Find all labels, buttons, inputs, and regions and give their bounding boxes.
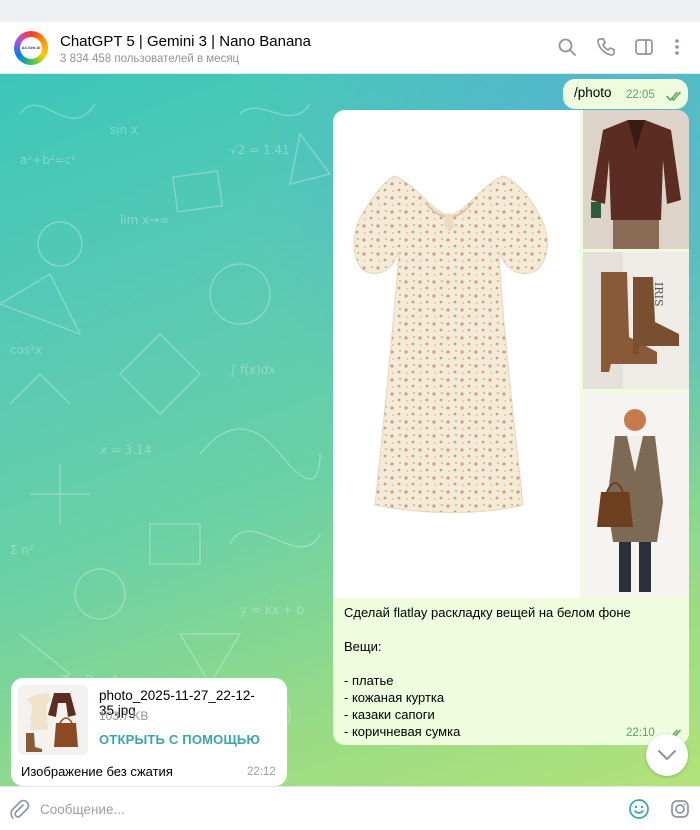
file-size: 103.7 KB [99, 709, 149, 723]
floral-dress-image [353, 175, 548, 513]
command-text: /photo [574, 85, 612, 100]
svg-text:sin x: sin x [110, 123, 138, 137]
telegram-window: All-Seti AI ChatGPT 5 | Gemini 3 | Nano … [0, 0, 700, 830]
leather-jacket-image [583, 110, 689, 249]
message-line: - кожаная куртка [344, 690, 445, 705]
search-icon[interactable] [556, 36, 578, 58]
message-input[interactable] [40, 799, 620, 819]
svg-text:cos²x: cos²x [10, 343, 42, 357]
boots-photo[interactable]: IRIS [583, 252, 689, 389]
chat-subtitle: 3 834 458 пользователей в месяц [60, 53, 240, 65]
svg-text:√2 = 1.41: √2 = 1.41 [230, 143, 290, 157]
camera-message-icon[interactable] [669, 798, 691, 820]
flatlay-thumbnail-image [18, 685, 88, 755]
message-time: 22:05 [626, 89, 655, 101]
jacket-photo[interactable] [583, 110, 689, 249]
file-caption: Изображение без сжатия [21, 764, 173, 779]
scroll-down-button[interactable] [646, 734, 688, 776]
message-line: - казаки сапоги [344, 707, 435, 722]
open-with-button[interactable]: ОТКРЫТЬ С ПОМОЩЬЮ [99, 732, 260, 747]
message-composer [0, 786, 700, 830]
file-thumbnail[interactable] [18, 685, 88, 755]
message-text: Сделай flatlay раскладку вещей на белом … [344, 604, 631, 740]
emoji-icon[interactable] [628, 798, 650, 820]
sidebar-toggle-icon[interactable] [633, 36, 655, 58]
svg-text:x = 3.14: x = 3.14 [100, 443, 152, 457]
side-label: IRIS [652, 282, 665, 307]
svg-text:∫ f(x)dx: ∫ f(x)dx [230, 363, 275, 377]
channel-avatar[interactable]: All-Seti AI [14, 31, 48, 65]
message-line: Вещи: [344, 639, 382, 654]
album-message[interactable]: IRIS Сделай flatlay раскладку вещей на б… [333, 110, 689, 745]
cowboy-boots-image: IRIS [583, 252, 689, 389]
avatar-logo: All-Seti AI [20, 37, 42, 59]
message-line: - коричневая сумка [344, 724, 461, 739]
svg-text:a²+b²=c²: a²+b²=c² [20, 153, 76, 167]
message-line: Сделай flatlay раскладку вещей на белом … [344, 605, 631, 620]
chevron-down-icon [658, 750, 676, 760]
phone-icon[interactable] [595, 36, 617, 58]
avatar-text: All-Seti AI [21, 45, 41, 50]
dress-photo[interactable] [333, 110, 580, 598]
more-vertical-icon[interactable] [666, 36, 688, 58]
chat-header[interactable]: All-Seti AI ChatGPT 5 | Gemini 3 | Nano … [0, 22, 700, 74]
svg-text:Σ n²: Σ n² [10, 543, 34, 557]
outfit-photo[interactable] [583, 392, 689, 598]
message-line [344, 621, 631, 638]
top-gap [0, 0, 700, 22]
svg-text:lim x→∞: lim x→∞ [120, 213, 169, 227]
svg-text:y = kx + b: y = kx + b [240, 603, 304, 617]
message-time: 22:12 [247, 766, 276, 778]
chat-area[interactable]: a²+b²=c² sin x √2 = 1.41 lim x→∞ cos²x ∫… [0, 74, 700, 786]
file-message[interactable]: photo_2025-11-27_22-12-35.jpg 103.7 KB О… [11, 678, 287, 786]
command-message[interactable]: /photo 22:05 [563, 79, 688, 109]
double-check-icon [666, 91, 681, 101]
brown-bag-outfit-image [583, 392, 689, 598]
attach-icon[interactable] [8, 798, 30, 820]
message-line: - платье [344, 673, 394, 688]
message-line [344, 655, 631, 672]
chat-title[interactable]: ChatGPT 5 | Gemini 3 | Nano Banana [60, 33, 311, 50]
